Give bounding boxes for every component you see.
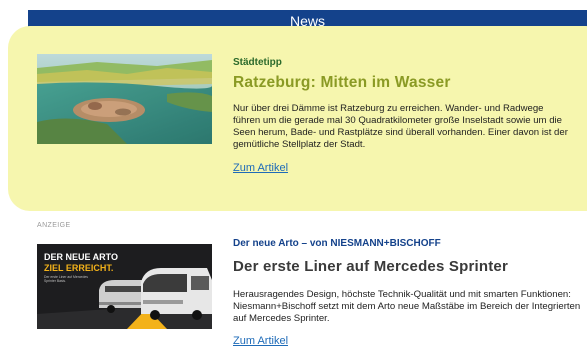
ad-text-block: Der neue Arto – von NIESMANN+BISCHOFF De… xyxy=(233,237,581,349)
read-ad-article-link[interactable]: Zum Artikel xyxy=(233,335,288,347)
motorhome-ad-photo-icon: DER NEUE ARTO ZIEL ERREICHT. Der erste L… xyxy=(37,244,212,329)
ad-image-headline: DER NEUE ARTO xyxy=(44,252,118,262)
ad-title[interactable]: Der erste Liner auf Mercedes Sprinter xyxy=(233,257,579,277)
advertisement-card: ANZEIGE DER NEUE ARTO ZIEL ERREICHT. Der… xyxy=(0,218,587,358)
article-thumbnail[interactable] xyxy=(37,54,212,144)
article-teaser: Nur über drei Dämme ist Ratzeburg zu err… xyxy=(233,103,568,150)
aerial-lake-town-photo-icon xyxy=(37,54,212,144)
ad-label: ANZEIGE xyxy=(37,222,71,229)
ad-thumbnail[interactable]: DER NEUE ARTO ZIEL ERREICHT. Der erste L… xyxy=(37,244,212,329)
ad-image-small-line-2: Sprinter Basis. xyxy=(44,279,66,283)
ad-image-subline: ZIEL ERREICHT. xyxy=(44,263,113,273)
read-article-link[interactable]: Zum Artikel xyxy=(233,162,288,174)
article-kicker: Städtetipp xyxy=(233,57,282,68)
article-card: Städtetipp Ratzeburg: Mitten im Wasser N… xyxy=(0,32,587,210)
ad-teaser: Herausragendes Design, höchste Technik-Q… xyxy=(233,289,581,324)
article-title[interactable]: Ratzeburg: Mitten im Wasser xyxy=(233,73,579,93)
ad-kicker: Der neue Arto – von NIESMANN+BISCHOFF xyxy=(233,238,441,249)
article-text-block: Städtetipp Ratzeburg: Mitten im Wasser N… xyxy=(233,56,579,176)
